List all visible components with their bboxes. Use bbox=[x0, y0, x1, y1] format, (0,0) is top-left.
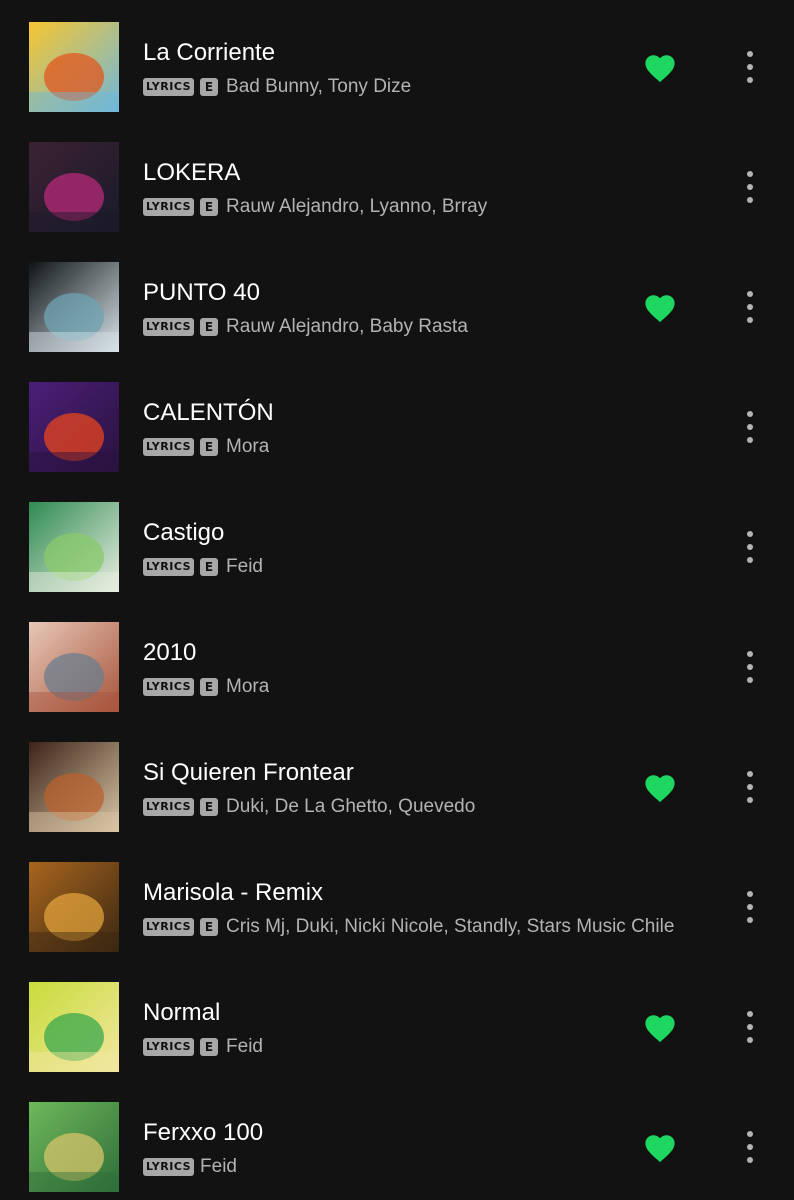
liked-heart-icon[interactable] bbox=[643, 1132, 677, 1164]
track-meta: LYRICS E Duki, De La Ghetto, Quevedo bbox=[143, 795, 475, 819]
more-options-icon[interactable] bbox=[738, 527, 762, 567]
more-options-icon[interactable] bbox=[738, 287, 762, 327]
explicit-badge: E bbox=[200, 558, 219, 576]
track-title: Ferxxo 100 bbox=[143, 1119, 264, 1146]
explicit-badge: E bbox=[200, 318, 219, 336]
track-title: LOKERA bbox=[143, 159, 241, 186]
track-title: 2010 bbox=[143, 639, 197, 666]
lyrics-badge: LYRICS bbox=[143, 1158, 195, 1176]
lyrics-badge: LYRICS bbox=[143, 558, 195, 576]
more-options-icon[interactable] bbox=[738, 407, 762, 447]
more-options-icon[interactable] bbox=[738, 647, 762, 687]
more-options-icon[interactable] bbox=[738, 167, 762, 207]
liked-heart-icon[interactable] bbox=[643, 52, 677, 84]
explicit-badge: E bbox=[200, 78, 219, 96]
explicit-badge: E bbox=[200, 1038, 219, 1056]
track-title: PUNTO 40 bbox=[143, 279, 260, 306]
lyrics-badge: LYRICS bbox=[143, 798, 195, 816]
lyrics-badge: LYRICS bbox=[143, 918, 195, 936]
track-meta: LYRICS E Rauw Alejandro, Baby Rasta bbox=[143, 315, 468, 339]
more-options-icon[interactable] bbox=[738, 887, 762, 927]
track-artists: Rauw Alejandro, Lyanno, Brray bbox=[226, 196, 488, 217]
track-artists: Feid bbox=[200, 1156, 237, 1177]
album-cover bbox=[29, 742, 119, 832]
track-meta: LYRICS E Mora bbox=[143, 675, 269, 699]
album-cover bbox=[29, 982, 119, 1072]
lyrics-badge: LYRICS bbox=[143, 78, 195, 96]
track-row[interactable]: Marisola - Remix LYRICS E Cris Mj, Duki, Ni… bbox=[0, 840, 794, 960]
track-row[interactable]: PUNTO 40 LYRICS E Rauw Alejandro, Baby Rast… bbox=[0, 240, 794, 360]
track-meta: LYRICS E Bad Bunny, Tony Dize bbox=[143, 75, 411, 99]
track-row[interactable]: Si Quieren Frontear LYRICS E Duki, De La Gh… bbox=[0, 720, 794, 840]
track-artists: Cris Mj, Duki, Nicki Nicole, Standly, St… bbox=[226, 916, 675, 937]
track-artists: Mora bbox=[226, 676, 270, 697]
liked-heart-icon[interactable] bbox=[643, 1012, 677, 1044]
track-row[interactable]: La Corriente LYRICS E Bad Bunny, Tony Dize bbox=[0, 0, 794, 120]
more-options-icon[interactable] bbox=[738, 767, 762, 807]
track-list: La Corriente LYRICS E Bad Bunny, Tony Dize L… bbox=[0, 0, 794, 1200]
liked-heart-icon[interactable] bbox=[643, 772, 677, 804]
lyrics-badge: LYRICS bbox=[143, 678, 195, 696]
track-meta: LYRICS E Feid bbox=[143, 555, 263, 579]
track-title: Marisola - Remix bbox=[143, 879, 324, 906]
track-artists: Bad Bunny, Tony Dize bbox=[226, 76, 412, 97]
lyrics-badge: LYRICS bbox=[143, 1038, 195, 1056]
track-artists: Rauw Alejandro, Baby Rasta bbox=[226, 316, 468, 337]
track-meta: LYRICS E Cris Mj, Duki, Nicki Nicole, Stan… bbox=[143, 915, 674, 939]
album-cover bbox=[29, 622, 119, 712]
album-cover bbox=[29, 502, 119, 592]
track-title: Si Quieren Frontear bbox=[143, 759, 354, 786]
liked-heart-icon[interactable] bbox=[643, 292, 677, 324]
track-title: Normal bbox=[143, 999, 221, 1026]
track-title: Castigo bbox=[143, 519, 225, 546]
track-row[interactable]: 2010 LYRICS E Mora bbox=[0, 600, 794, 720]
album-cover bbox=[29, 1102, 119, 1192]
track-meta: LYRICS E Rauw Alejandro, Lyanno, Brray bbox=[143, 195, 487, 219]
track-artists: Feid bbox=[226, 1036, 263, 1057]
more-options-icon[interactable] bbox=[738, 1007, 762, 1047]
more-options-icon[interactable] bbox=[738, 47, 762, 87]
track-row[interactable]: Normal LYRICS E Feid bbox=[0, 960, 794, 1080]
track-row[interactable]: Ferxxo 100 LYRICS Feid bbox=[0, 1080, 794, 1200]
more-options-icon[interactable] bbox=[738, 1127, 762, 1167]
track-artists: Feid bbox=[226, 556, 263, 577]
track-title: CALENTÓN bbox=[143, 399, 274, 426]
track-artists: Mora bbox=[226, 436, 270, 457]
explicit-badge: E bbox=[200, 798, 219, 816]
track-meta: LYRICS E Feid bbox=[143, 1035, 263, 1059]
album-cover bbox=[29, 142, 119, 232]
album-cover bbox=[29, 262, 119, 352]
explicit-badge: E bbox=[200, 678, 219, 696]
explicit-badge: E bbox=[200, 918, 219, 936]
track-artists: Duki, De La Ghetto, Quevedo bbox=[226, 796, 476, 817]
lyrics-badge: LYRICS bbox=[143, 318, 195, 336]
track-row[interactable]: CALENTÓN LYRICS E Mora bbox=[0, 360, 794, 480]
album-cover bbox=[29, 382, 119, 472]
album-cover bbox=[29, 862, 119, 952]
explicit-badge: E bbox=[200, 438, 219, 456]
track-title: La Corriente bbox=[143, 39, 276, 66]
lyrics-badge: LYRICS bbox=[143, 438, 195, 456]
track-row[interactable]: LOKERA LYRICS E Rauw Alejandro, Lyanno, Brr… bbox=[0, 120, 794, 240]
track-meta: LYRICS Feid bbox=[143, 1155, 237, 1179]
lyrics-badge: LYRICS bbox=[143, 198, 195, 216]
explicit-badge: E bbox=[200, 198, 219, 216]
track-row[interactable]: Castigo LYRICS E Feid bbox=[0, 480, 794, 600]
track-meta: LYRICS E Mora bbox=[143, 435, 269, 459]
album-cover bbox=[29, 22, 119, 112]
